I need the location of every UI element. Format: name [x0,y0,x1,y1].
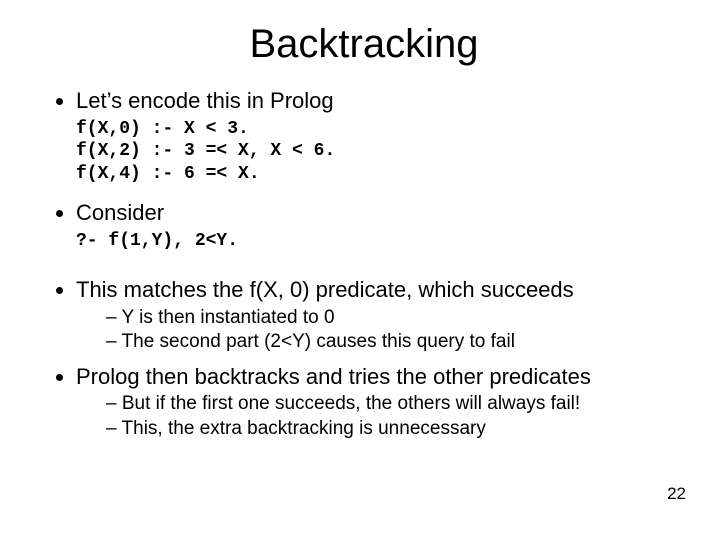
sub-item: But if the first one succeeds, the other… [106,392,680,417]
code-block-query: ?- f(1,Y), 2<Y. [76,230,680,253]
code-line: f(X,0) :- X < 3. [76,119,249,139]
bullet-consider-text: Consider [76,200,164,225]
code-line: ?- f(1,Y), 2<Y. [76,231,238,251]
bullet-encode: Let’s encode this in Prolog f(X,0) :- X … [76,87,680,185]
bullet-backtracks: Prolog then backtracks and tries the oth… [76,363,680,442]
sub-list: Y is then instantiated to 0 The second p… [76,306,680,355]
slide: Backtracking Let’s encode this in Prolog… [0,0,720,540]
code-line: f(X,2) :- 3 =< X, X < 6. [76,141,335,161]
bullet-encode-text: Let’s encode this in Prolog [76,88,334,113]
bullet-matches: This matches the f(X, 0) predicate, whic… [76,276,680,355]
sub-item: This, the extra backtracking is unnecess… [106,417,680,442]
bullet-consider: Consider ?- f(1,Y), 2<Y. [76,199,680,252]
code-block-rules: f(X,0) :- X < 3. f(X,2) :- 3 =< X, X < 6… [76,118,680,186]
code-line: f(X,4) :- 6 =< X. [76,164,260,184]
bullet-list: Let’s encode this in Prolog f(X,0) :- X … [48,87,680,442]
slide-title: Backtracking [48,22,680,67]
sub-item: Y is then instantiated to 0 [106,306,680,331]
page-number: 22 [667,484,686,504]
sub-item: The second part (2<Y) causes this query … [106,330,680,355]
bullet-backtracks-text: Prolog then backtracks and tries the oth… [76,364,591,389]
sub-list: But if the first one succeeds, the other… [76,392,680,441]
bullet-matches-text: This matches the f(X, 0) predicate, whic… [76,277,574,302]
